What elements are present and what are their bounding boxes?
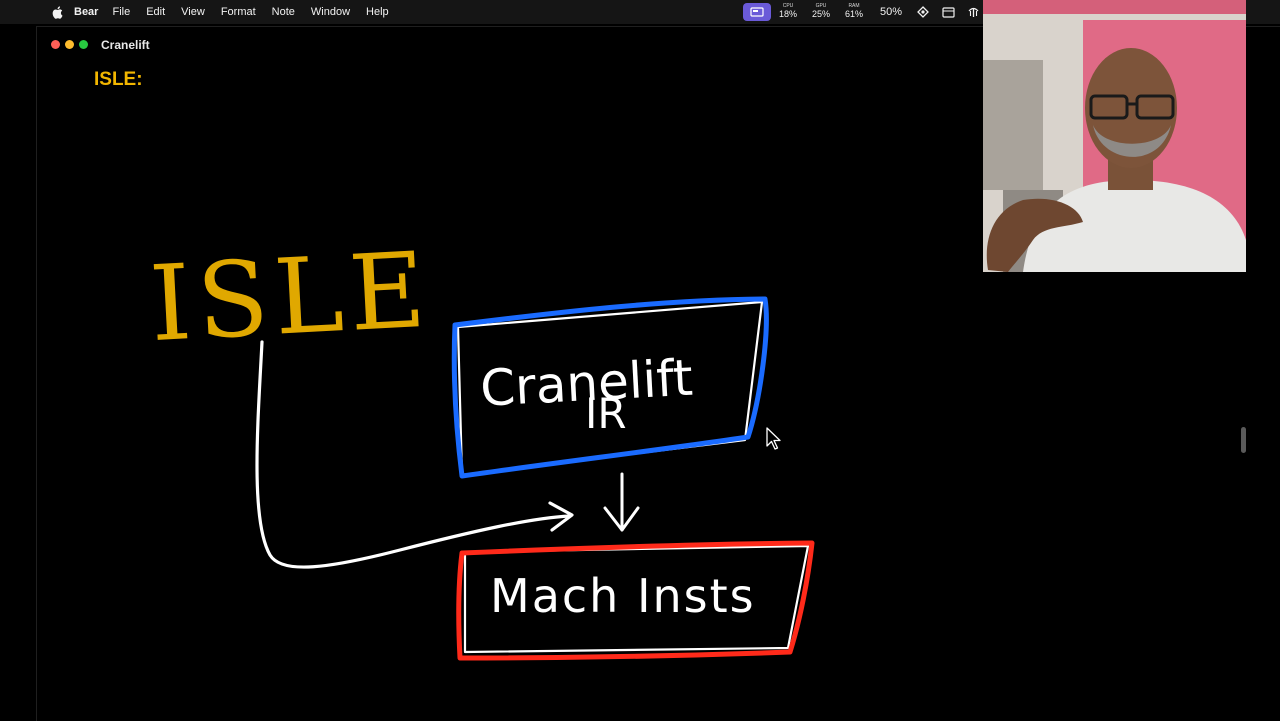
isle-sketch-text: ISLE (147, 229, 434, 366)
mouse-cursor-icon (766, 427, 781, 450)
webcam-overlay (983, 0, 1246, 272)
ir-box-line2: IR (585, 389, 627, 438)
mach-box-text: Mach Insts (490, 569, 756, 623)
presenter-video-image (983, 0, 1246, 272)
